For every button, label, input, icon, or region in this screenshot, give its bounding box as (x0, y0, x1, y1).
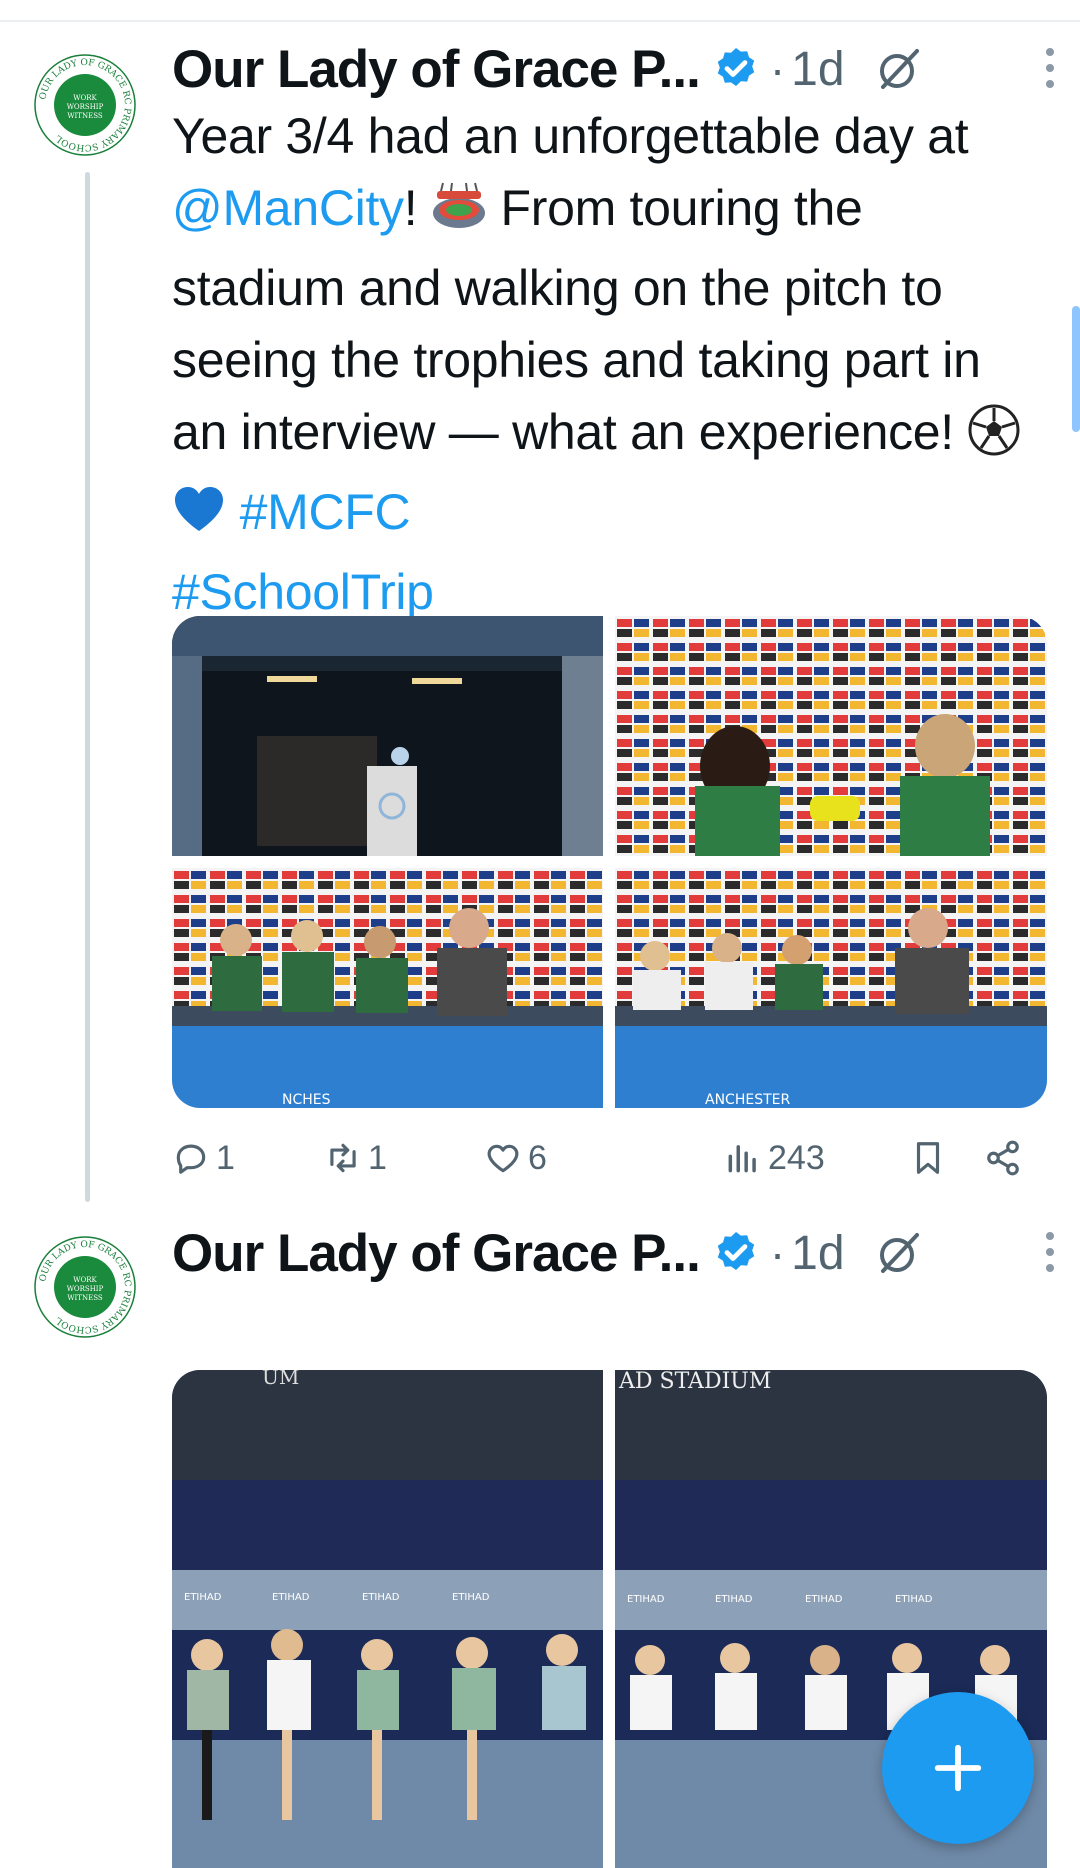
svg-text:NCHES: NCHES (282, 1092, 331, 1108)
compose-post-button[interactable] (882, 1692, 1034, 1844)
reply-icon (176, 1144, 206, 1174)
more-icon[interactable] (1042, 1230, 1058, 1274)
view-count: 243 (768, 1138, 825, 1177)
timestamp[interactable]: 1d (791, 1226, 844, 1281)
top-edge (0, 0, 1080, 22)
photo-dugout-girls[interactable]: UM ETIHAD ETIHAD ETIHAD ETIHAD (172, 1370, 603, 1868)
tweet-header: Our Lady of Grace P... · 1d (172, 36, 1054, 102)
school-logo-icon: OUR LADY OF GRACE RC PRIMARY SCHOOL WORK… (33, 1235, 137, 1339)
svg-text:AD STADIUM: AD STADIUM (618, 1370, 771, 1394)
svg-text:WORK: WORK (73, 94, 97, 102)
svg-text:ETIHAD: ETIHAD (362, 1592, 400, 1603)
svg-text:ANCHESTER: ANCHESTER (705, 1092, 790, 1108)
share-icon (987, 1140, 1019, 1176)
separator-dot: · (769, 43, 786, 95)
svg-text:WORK: WORK (73, 1276, 97, 1284)
timestamp[interactable]: 1d (791, 42, 844, 97)
thread-connector-line (85, 172, 90, 1202)
soccer-ball-emoji-icon (967, 403, 1021, 476)
svg-text:ETIHAD: ETIHAD (715, 1594, 753, 1605)
hashtag-mcfc[interactable]: #MCFC (240, 484, 411, 540)
like-button[interactable]: 6 (484, 1130, 547, 1186)
scrollbar-thumb[interactable] (1072, 306, 1080, 432)
repost-count: 1 (368, 1138, 387, 1177)
author-name[interactable]: Our Lady of Grace P... (172, 1223, 701, 1284)
stadium-emoji-icon (431, 177, 487, 252)
school-logo-icon: OUR LADY OF GRACE RC PRIMARY SCHOOL WORK… (33, 53, 137, 157)
svg-text:ETIHAD: ETIHAD (627, 1594, 665, 1605)
svg-text:WITNESS: WITNESS (67, 1294, 103, 1302)
reply-button[interactable]: 1 (172, 1130, 235, 1186)
svg-text:ETIHAD: ETIHAD (452, 1592, 490, 1603)
repost-icon (330, 1143, 356, 1173)
tweet-header: Our Lady of Grace P... · 1d (172, 1220, 1054, 1286)
photo-press-desk-1[interactable]: NCHES (172, 868, 603, 1108)
svg-text:ETIHAD: ETIHAD (184, 1592, 222, 1603)
avatar[interactable]: OUR LADY OF GRACE RC PRIMARY SCHOOL WORK… (32, 1234, 138, 1340)
svg-text:ETIHAD: ETIHAD (272, 1592, 310, 1603)
photo-interview-girls[interactable] (615, 616, 1047, 856)
bookmark-button[interactable] (909, 1130, 953, 1186)
verified-badge-icon (717, 48, 755, 86)
hashtag-schooltrip[interactable]: #SchoolTrip (172, 564, 434, 620)
photo-tunnel[interactable] (172, 616, 603, 856)
like-count: 6 (528, 1138, 547, 1177)
separator-dot: · (769, 1227, 786, 1279)
photo-grid: NCHES ANCHESTER (172, 616, 1047, 1108)
photo-press-desk-2[interactable]: ANCHESTER (615, 868, 1047, 1108)
tweet-text: Year 3/4 had an unforgettable day at @Ma… (172, 100, 1032, 628)
grok-icon[interactable] (875, 45, 923, 93)
bookmark-icon (916, 1142, 940, 1174)
plus-icon (934, 1744, 982, 1792)
svg-text:UM: UM (262, 1370, 299, 1389)
svg-text:ETIHAD: ETIHAD (895, 1594, 933, 1605)
views-button[interactable]: 243 (724, 1130, 825, 1186)
svg-text:WITNESS: WITNESS (67, 112, 103, 120)
svg-text:WORSHIP: WORSHIP (67, 1285, 104, 1293)
avatar[interactable]: OUR LADY OF GRACE RC PRIMARY SCHOOL WORK… (32, 52, 138, 158)
grok-icon[interactable] (875, 1229, 923, 1277)
svg-text:WORSHIP: WORSHIP (67, 103, 104, 111)
mention-link[interactable]: @ManCity (172, 180, 404, 236)
reply-count: 1 (216, 1138, 235, 1177)
blue-heart-emoji-icon (172, 483, 226, 556)
tweet-actions: 1 1 6 243 (172, 1130, 1047, 1186)
views-icon (728, 1145, 756, 1173)
author-name[interactable]: Our Lady of Grace P... (172, 39, 701, 100)
svg-text:ETIHAD: ETIHAD (805, 1594, 843, 1605)
verified-badge-icon (717, 1232, 755, 1270)
share-button[interactable] (984, 1130, 1028, 1186)
more-icon[interactable] (1042, 46, 1058, 90)
repost-button[interactable]: 1 (324, 1130, 387, 1186)
like-icon (487, 1144, 519, 1173)
